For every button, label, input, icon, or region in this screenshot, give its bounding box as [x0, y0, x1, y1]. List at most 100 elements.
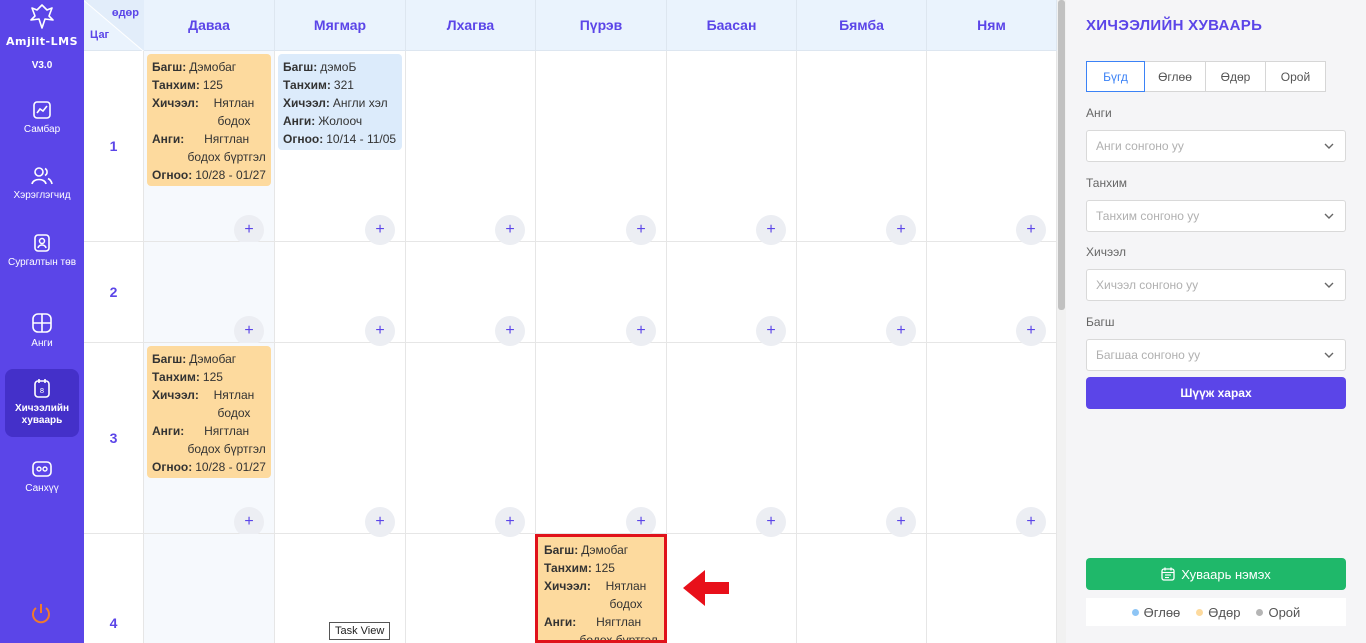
slot-cell-sunday-1 — [927, 51, 1057, 242]
date-label: Огноо: — [152, 168, 193, 182]
teacher-select-placeholder: Багшаа сонгоно уу — [1096, 348, 1201, 362]
tab-morning[interactable]: Өглөө — [1144, 61, 1206, 92]
grid-icon — [32, 313, 52, 333]
room-select[interactable]: Танхим сонгоно уу — [1086, 200, 1346, 232]
slot-cell-friday-3 — [667, 343, 797, 534]
chart-icon — [33, 101, 51, 119]
row-label-3: 3 — [84, 343, 144, 534]
class-select-placeholder: Анги сонгоно уу — [1096, 139, 1184, 153]
sidebar-item-label: Санхүү — [25, 483, 59, 494]
add-slot-button[interactable]: + — [234, 507, 264, 537]
day-header-wednesday: Лхагва — [406, 0, 536, 51]
add-slot-button[interactable]: + — [756, 316, 786, 346]
day-header-thursday: Пүрэв — [536, 0, 667, 51]
calendar-add-icon — [1161, 567, 1175, 581]
schedule-card[interactable]: Багш: Дэмобаг Танхим: 125 Хичээл: Нятлан бо… — [147, 346, 271, 478]
sidebar-item-label: Анги — [31, 338, 53, 349]
add-slot-button[interactable]: + — [495, 215, 525, 245]
subject-select[interactable]: Хичээл сонгоно уу — [1086, 269, 1346, 301]
schedule-card[interactable]: Багш: Дэмобаг Танхим: 125 Хичээл: Нятлан бо… — [147, 54, 271, 186]
schedule-card-highlighted[interactable]: Багш: Дэмобаг Танхим: 125 Хичээл: Нятлан бо… — [535, 534, 667, 643]
slot-cell-wednesday-3 — [406, 343, 536, 534]
slot-cell-wednesday-4 — [406, 534, 536, 643]
subject-value: Нятлан бодох — [213, 96, 255, 128]
slot-cell-saturday-3 — [797, 343, 927, 534]
row-label-2: 2 — [84, 242, 144, 343]
slot-cell-sunday-3 — [927, 343, 1057, 534]
teacher-label: Багш: — [152, 352, 187, 366]
add-slot-button[interactable]: + — [626, 507, 656, 537]
sidebar-item-classes[interactable]: Анги — [5, 308, 79, 358]
chevron-down-icon — [1324, 352, 1334, 358]
sidebar-item-training-center[interactable]: Сургалтын төв — [5, 229, 79, 289]
subject-filter-label: Хичээл — [1086, 245, 1126, 259]
id-badge-icon — [34, 234, 50, 252]
tab-day[interactable]: Өдөр — [1205, 61, 1266, 92]
add-slot-button[interactable]: + — [886, 507, 916, 537]
subject-select-placeholder: Хичээл сонгоно уу — [1096, 278, 1199, 292]
class-label: Анги: — [544, 615, 577, 629]
slot-cell-monday-4 — [144, 534, 275, 643]
class-select[interactable]: Анги сонгоно уу — [1086, 130, 1346, 162]
add-slot-button[interactable]: + — [626, 316, 656, 346]
add-slot-button[interactable]: + — [365, 507, 395, 537]
room-label: Танхим: — [283, 78, 331, 92]
add-slot-button[interactable]: + — [495, 507, 525, 537]
add-slot-button[interactable]: + — [495, 316, 525, 346]
class-value: Жолооч — [318, 114, 363, 128]
scrollbar-thumb[interactable] — [1058, 0, 1065, 310]
wallet-icon — [32, 461, 52, 477]
calendar-icon: 8 — [34, 379, 50, 398]
tab-evening[interactable]: Орой — [1265, 61, 1326, 92]
tab-all[interactable]: Бүгд — [1086, 61, 1145, 92]
schedule-card[interactable]: Багш: дэмоБ Танхим: 321 Хичээл: Англи хэл А… — [278, 54, 402, 150]
sidebar-item-schedule[interactable]: 8 Хичээлийн хуваарь — [5, 369, 79, 437]
add-slot-button[interactable]: + — [626, 215, 656, 245]
room-label: Танхим: — [152, 370, 200, 384]
timetable-grid: өдөр Цаг Даваа Мягмар Лхагва Пүрэв Бааса… — [84, 0, 1057, 643]
add-slot-button[interactable]: + — [1016, 215, 1046, 245]
panel-title: ХИЧЭЭЛИЙН ХУВААРЬ — [1086, 17, 1263, 34]
sidebar-item-finance[interactable]: Санхүү — [5, 455, 79, 505]
sidebar-item-label: Хичээлийн хуваарь — [14, 403, 70, 426]
add-slot-button[interactable]: + — [886, 316, 916, 346]
add-schedule-button[interactable]: Хуваарь нэмэх — [1086, 558, 1346, 590]
add-slot-button[interactable]: + — [756, 215, 786, 245]
class-label: Анги: — [152, 424, 185, 438]
add-slot-button[interactable]: + — [1016, 507, 1046, 537]
room-value: 125 — [594, 561, 615, 575]
grid-corner: өдөр Цаг — [84, 0, 144, 51]
teacher-select[interactable]: Багшаа сонгоно уу — [1086, 339, 1346, 371]
subject-value: Англи хэл — [332, 96, 388, 110]
add-slot-button[interactable]: + — [365, 316, 395, 346]
filter-button[interactable]: Шүүж харах — [1086, 377, 1346, 409]
add-slot-button[interactable]: + — [234, 316, 264, 346]
add-slot-button[interactable]: + — [756, 507, 786, 537]
day-header-friday: Баасан — [667, 0, 797, 51]
add-slot-button[interactable]: + — [1016, 316, 1046, 346]
slot-cell-thursday-1 — [536, 51, 667, 242]
day-header-sunday: Ням — [927, 0, 1057, 51]
legend-dot — [1131, 608, 1139, 616]
subject-value: Нятлан бодох — [213, 388, 255, 420]
sidebar: Amjilt-LMS V3.0 Самбар Хэрэглэгчид Сурга… — [0, 0, 84, 643]
sidebar-item-label: Сургалтын төв — [7, 257, 77, 268]
teacher-label: Багш: — [152, 60, 187, 74]
sidebar-item-dashboard[interactable]: Самбар — [5, 96, 79, 146]
legend-morning: Өглөө — [1131, 605, 1180, 620]
room-select-placeholder: Танхим сонгоно уу — [1096, 209, 1200, 223]
class-value: Нягтлан бодох бүртгэл — [579, 615, 658, 643]
subject-value: Нятлан бодох — [605, 579, 647, 611]
brand-logo[interactable]: Amjilt-LMS — [0, 2, 84, 48]
slot-cell-tuesday-3 — [275, 343, 406, 534]
add-slot-button[interactable]: + — [234, 215, 264, 245]
add-slot-button[interactable]: + — [365, 215, 395, 245]
add-slot-button[interactable]: + — [886, 215, 916, 245]
teacher-value: дэмоБ — [320, 60, 357, 74]
brand-name: Amjilt-LMS — [6, 35, 78, 48]
slot-cell-saturday-4 — [797, 534, 927, 643]
task-view-tooltip: Task View — [329, 622, 391, 640]
power-icon[interactable] — [29, 602, 53, 626]
sidebar-item-users[interactable]: Хэрэглэгчид — [5, 162, 79, 212]
date-value: 10/28 - 01/27 — [195, 460, 266, 474]
